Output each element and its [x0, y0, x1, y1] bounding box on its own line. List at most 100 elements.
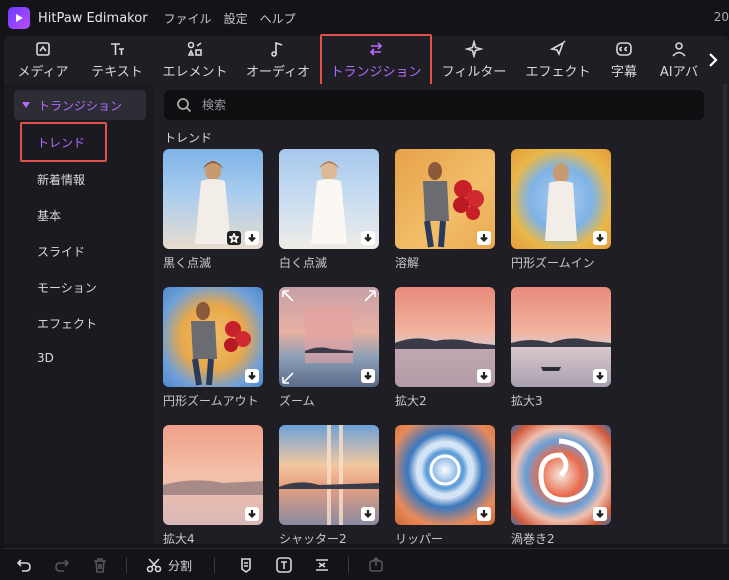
sidebar-item-basic[interactable]: 基本: [37, 207, 61, 224]
toolbar-divider: [214, 557, 215, 573]
download-icon[interactable]: [593, 369, 607, 383]
sidebar-item-3d[interactable]: 3D: [37, 351, 54, 365]
card-label: ズーム: [279, 394, 315, 408]
download-icon[interactable]: [477, 369, 491, 383]
app-title: HitPaw Edimakor: [38, 10, 148, 26]
sidebar-item-motion[interactable]: モーション: [37, 279, 97, 296]
trash-icon: [94, 558, 106, 573]
card-label: 白く点滅: [279, 256, 328, 270]
menu-settings[interactable]: 設定: [224, 10, 248, 27]
tab-text[interactable]: テキスト: [82, 36, 152, 84]
card-label: 拡大4: [163, 532, 195, 546]
transition-card[interactable]: [395, 287, 495, 387]
card-label: 円形ズームイン: [511, 256, 595, 270]
marker-button[interactable]: [236, 555, 256, 575]
card-label: 円形ズームアウト: [163, 394, 259, 408]
tab-transition[interactable]: トランジション: [324, 36, 428, 84]
toolbar-divider: [126, 557, 127, 573]
menu-help[interactable]: ヘルプ: [260, 10, 296, 27]
download-icon[interactable]: [245, 231, 259, 245]
sidebar-item-slide[interactable]: スライド: [37, 243, 85, 260]
title-right-text: 20: [713, 10, 729, 24]
download-icon[interactable]: [593, 231, 607, 245]
main-tab-bar: メディア テキスト エレメント オーディオ トランジション フィルター エフェク…: [4, 36, 729, 84]
download-icon[interactable]: [245, 369, 259, 383]
filter-icon: [464, 40, 484, 58]
download-icon[interactable]: [477, 231, 491, 245]
transition-card[interactable]: [163, 287, 263, 387]
download-icon[interactable]: [361, 369, 375, 383]
chevron-right-icon: [709, 53, 718, 67]
sidebar-item-effect[interactable]: エフェクト: [37, 315, 97, 332]
crop-split-button[interactable]: [312, 555, 332, 575]
export-button[interactable]: [366, 555, 386, 575]
transition-card[interactable]: [395, 149, 495, 249]
content-scrollbar[interactable]: [723, 84, 727, 544]
tabs-next-button[interactable]: [703, 48, 723, 72]
text-icon: [107, 40, 127, 58]
split-label[interactable]: 分割: [168, 557, 192, 574]
redo-button[interactable]: [52, 555, 72, 575]
scissors-icon: [146, 558, 162, 573]
tab-media[interactable]: メディア: [12, 36, 74, 84]
text-button[interactable]: [274, 555, 294, 575]
download-icon[interactable]: [245, 507, 259, 521]
transition-card[interactable]: [163, 425, 263, 525]
toolbar-divider: [348, 557, 349, 573]
card-label: 拡大3: [511, 394, 543, 408]
cut-clip-icon: [316, 559, 328, 571]
tab-effect[interactable]: エフェクト: [522, 36, 594, 84]
sidebar-item-trend[interactable]: トレンド: [37, 134, 85, 151]
app-logo-icon: [8, 7, 30, 29]
split-button[interactable]: [144, 555, 164, 575]
transition-card[interactable]: [511, 425, 611, 525]
audio-icon: [268, 40, 288, 58]
bottom-toolbar: 分割: [4, 548, 729, 580]
search-icon: [177, 98, 192, 113]
transition-card[interactable]: [511, 287, 611, 387]
sidebar: トランジション トレンド 新着情報 基本 スライド モーション エフェクト 3D: [4, 84, 154, 544]
card-label: リッパー: [395, 532, 444, 546]
effect-icon: [548, 40, 568, 58]
text-box-icon: [276, 557, 292, 573]
transition-card[interactable]: [279, 287, 379, 387]
ai-avatar-icon: [669, 40, 689, 58]
tab-subtitle[interactable]: 字幕: [604, 36, 644, 84]
download-icon[interactable]: [361, 231, 375, 245]
menu-file[interactable]: ファイル: [164, 10, 212, 27]
media-icon: [33, 40, 53, 58]
transition-card[interactable]: [279, 425, 379, 525]
transition-card[interactable]: [511, 149, 611, 249]
title-bar: HitPaw Edimakor ファイル 設定 ヘルプ 20: [0, 0, 729, 36]
card-label: 拡大2: [395, 394, 427, 408]
tab-ai-avatar[interactable]: AIアバ: [654, 36, 704, 84]
transition-card[interactable]: [163, 149, 263, 249]
search-input[interactable]: [202, 98, 682, 112]
element-icon: [185, 40, 205, 58]
transition-content: トレンド 黒く点滅 白く点滅 溶解 円形ズームイン 円形ズームアウト ズーム 拡…: [154, 84, 729, 546]
tab-element[interactable]: エレメント: [156, 36, 234, 84]
transition-card[interactable]: [395, 425, 495, 525]
tab-filter[interactable]: フィルター: [438, 36, 510, 84]
card-label: 黒く点滅: [163, 256, 212, 270]
sidebar-category-transition[interactable]: トランジション: [14, 90, 146, 120]
download-icon[interactable]: [361, 507, 375, 521]
download-icon[interactable]: [593, 507, 607, 521]
undo-icon: [16, 559, 31, 572]
undo-button[interactable]: [14, 555, 34, 575]
card-label: 渦巻き2: [511, 532, 555, 546]
section-title: トレンド: [164, 131, 213, 145]
download-icon[interactable]: [477, 507, 491, 521]
card-label: シャッター2: [279, 532, 347, 546]
subtitle-icon: [614, 40, 634, 58]
delete-button[interactable]: [90, 555, 110, 575]
search-bar: [164, 90, 704, 120]
favorite-icon[interactable]: [227, 231, 241, 245]
sidebar-item-new[interactable]: 新着情報: [37, 171, 85, 188]
transition-card[interactable]: [279, 149, 379, 249]
caret-down-icon: [22, 102, 30, 108]
redo-icon: [55, 559, 70, 572]
transition-icon: [366, 40, 386, 58]
export-icon: [369, 556, 383, 572]
tab-audio[interactable]: オーディオ: [240, 36, 316, 84]
